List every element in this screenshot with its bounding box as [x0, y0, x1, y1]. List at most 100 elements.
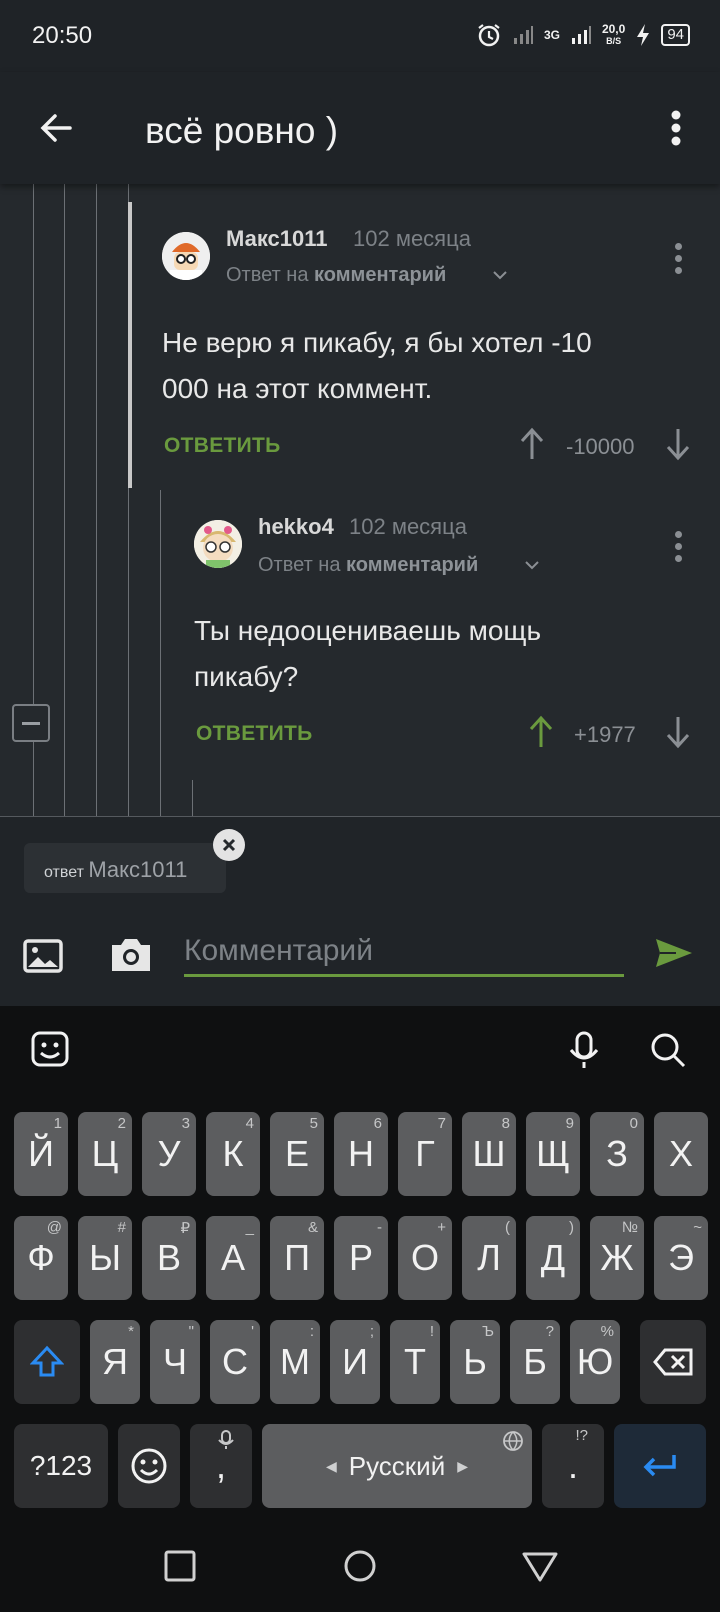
enter-key[interactable] [614, 1424, 706, 1508]
key-row1-4[interactable]: Е5 [270, 1112, 324, 1196]
key-row1-10[interactable]: Х [654, 1112, 708, 1196]
emoji-button[interactable] [28, 1028, 72, 1072]
key-row2-7[interactable]: Л( [462, 1216, 516, 1300]
comment-time: 102 месяца [349, 514, 467, 539]
arrow-left-icon [40, 114, 72, 142]
back-button[interactable] [30, 102, 82, 154]
comment-thread[interactable]: Макс1011 102 месяца Ответ на комментарий… [0, 184, 720, 816]
key-hint: ; [369, 1323, 374, 1340]
shift-key[interactable] [14, 1320, 80, 1404]
key-label: Ф [27, 1237, 55, 1278]
key-row1-0[interactable]: Й1 [14, 1112, 68, 1196]
comment-input[interactable] [184, 927, 624, 977]
comment-author[interactable]: hekko4 [258, 514, 334, 540]
symbols-key[interactable]: ?123 [14, 1424, 108, 1508]
reply-to-link[interactable]: Ответ на комментарий [258, 554, 478, 577]
reply-button[interactable]: ОТВЕТИТЬ [164, 434, 281, 458]
key-row1-5[interactable]: Н6 [334, 1112, 388, 1196]
status-bar: 20:50 3G 20,0 B/S 94 [0, 0, 720, 72]
key-row2-0[interactable]: Ф @ [14, 1216, 68, 1300]
back-nav-button[interactable] [520, 1546, 560, 1586]
chevron-down-icon[interactable] [524, 560, 540, 570]
shift-icon [30, 1345, 64, 1377]
camera-icon [112, 939, 150, 971]
emoji-key[interactable] [118, 1424, 180, 1508]
comment-composer: ответ Макс1011 [0, 816, 720, 1006]
key-hint: ' [251, 1323, 254, 1340]
key-row3-5[interactable]: Т! [390, 1320, 440, 1404]
key-label: Ч [163, 1341, 187, 1382]
reply-chip-close-button[interactable] [213, 829, 245, 861]
key-row2-10[interactable]: Э ~ [654, 1216, 708, 1300]
key-row2-1[interactable]: Ы # [78, 1216, 132, 1300]
key-row3-0[interactable]: Я * [90, 1320, 140, 1404]
arrow-down-icon [666, 429, 690, 461]
key-label: П [284, 1237, 310, 1278]
key-label: И [342, 1341, 368, 1382]
avatar[interactable] [194, 520, 242, 568]
minus-icon [22, 722, 40, 725]
key-row2-4[interactable]: П & [270, 1216, 324, 1300]
key-row3-3[interactable]: М: [270, 1320, 320, 1404]
upvote-button[interactable] [525, 712, 557, 752]
space-key[interactable]: ◀ Русский ▶ [262, 1424, 532, 1508]
key-label: Е [284, 1133, 309, 1174]
key-row3-6[interactable]: ЬЪ [450, 1320, 500, 1404]
send-button[interactable] [652, 931, 698, 977]
key-row2-2[interactable]: В ₽ [142, 1216, 196, 1300]
backspace-key[interactable] [640, 1320, 706, 1404]
attach-image-button[interactable] [20, 933, 66, 979]
reply-to-prefix: Ответ на [226, 264, 309, 286]
chevron-down-icon[interactable] [492, 270, 508, 280]
avatar[interactable] [162, 232, 210, 280]
key-row1-8[interactable]: Щ9 [526, 1112, 580, 1196]
key-row1-9[interactable]: З0 [590, 1112, 644, 1196]
home-button[interactable] [340, 1546, 380, 1586]
more-vert-icon [671, 110, 681, 146]
key-row1-6[interactable]: Г7 [398, 1112, 452, 1196]
comment-menu-button[interactable] [666, 238, 690, 278]
key-row3-1[interactable]: Ч " [150, 1320, 200, 1404]
comment-text-line: пикабу? [194, 661, 299, 692]
net-speed: 20,0 B/S [602, 23, 625, 47]
battery-indicator: 94 [661, 24, 690, 46]
comma-key[interactable]: , [190, 1424, 252, 1508]
camera-button[interactable] [108, 931, 154, 977]
key-row3-8[interactable]: Ю% [570, 1320, 620, 1404]
upvote-button[interactable] [516, 424, 548, 464]
key-row3-7[interactable]: Б? [510, 1320, 560, 1404]
key-row2-6[interactable]: О + [398, 1216, 452, 1300]
recent-apps-button[interactable] [160, 1546, 200, 1586]
comment-author[interactable]: Макс1011 [226, 226, 328, 252]
keyboard-search-button[interactable] [646, 1028, 690, 1072]
key-hint: № [621, 1219, 638, 1236]
key-row2-8[interactable]: Д) [526, 1216, 580, 1300]
globe-icon [503, 1431, 523, 1451]
status-time: 20:50 [32, 22, 93, 49]
downvote-button[interactable] [662, 712, 694, 752]
key-row3-4[interactable]: И; [330, 1320, 380, 1404]
key-hint: 8 [501, 1115, 510, 1132]
comment-menu-button[interactable] [666, 526, 690, 566]
soft-keyboard: Й1Ц2У3К4Е5Н6Г7Ш8Щ9З0Х Ф @ Ы # В ₽ А _ П & Р - О + Л(Д)… [0, 1006, 720, 1612]
backspace-icon [653, 1348, 693, 1376]
key-row1-3[interactable]: К4 [206, 1112, 260, 1196]
voice-input-button[interactable] [562, 1028, 606, 1072]
reply-to-link[interactable]: Ответ на комментарий [226, 264, 446, 287]
period-key[interactable]: . !? [542, 1424, 604, 1508]
collapse-thread-button[interactable] [12, 704, 50, 742]
more-options-button[interactable] [654, 102, 698, 154]
arrow-up-icon [529, 715, 553, 747]
downvote-button[interactable] [662, 424, 694, 464]
reply-button[interactable]: ОТВЕТИТЬ [196, 722, 313, 746]
close-icon [222, 838, 236, 852]
smiley-icon [131, 1448, 167, 1484]
key-row2-3[interactable]: А _ [206, 1216, 260, 1300]
key-hint: 2 [117, 1115, 126, 1132]
key-row1-1[interactable]: Ц2 [78, 1112, 132, 1196]
key-row3-2[interactable]: С ' [210, 1320, 260, 1404]
key-row2-5[interactable]: Р- [334, 1216, 388, 1300]
key-row1-7[interactable]: Ш8 [462, 1112, 516, 1196]
key-row1-2[interactable]: У3 [142, 1112, 196, 1196]
key-row2-9[interactable]: Ж № [590, 1216, 644, 1300]
